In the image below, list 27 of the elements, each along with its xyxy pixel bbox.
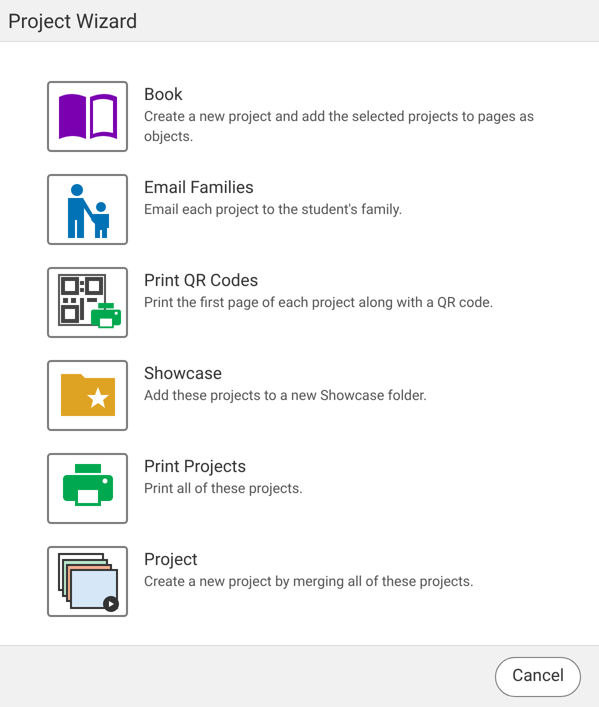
option-title[interactable]: Book [144, 83, 549, 107]
option-tile[interactable] [47, 453, 128, 524]
stacked-slides-icon [58, 552, 118, 612]
option-tile[interactable] [47, 546, 128, 617]
cancel-button[interactable]: Cancel [495, 656, 581, 696]
option-description: Create a new project and add the selected projects to pages as objects. [144, 108, 536, 147]
book-icon [58, 94, 116, 138]
option-tile[interactable] [47, 174, 128, 245]
printer-icon [90, 302, 120, 328]
option-title[interactable]: Email Families [144, 176, 402, 200]
option-title[interactable]: Showcase [144, 362, 427, 386]
option-description: Create a new project by merging all of these projects. [144, 573, 474, 592]
option-description: Print all of these projects. [144, 480, 303, 499]
option-description: Email each project to the student's family. [144, 201, 402, 220]
option-description: Add these projects to a new Showcase folder. [144, 387, 427, 406]
option-tile[interactable] [47, 267, 128, 338]
window-title: Project Wizard [8, 8, 138, 34]
option-description: Print the first page of each project along with a QR code. [144, 294, 494, 313]
parent-child-icon [68, 184, 108, 238]
option-title[interactable]: Print Projects [144, 455, 303, 479]
printer-icon [62, 464, 112, 506]
option-tile[interactable] [47, 81, 128, 152]
option-tile[interactable] [47, 360, 128, 431]
option-title[interactable]: Project [144, 548, 474, 572]
option-title[interactable]: Print QR Codes [144, 269, 494, 293]
qr-code-icon [58, 274, 106, 326]
star-folder-icon [60, 374, 114, 416]
